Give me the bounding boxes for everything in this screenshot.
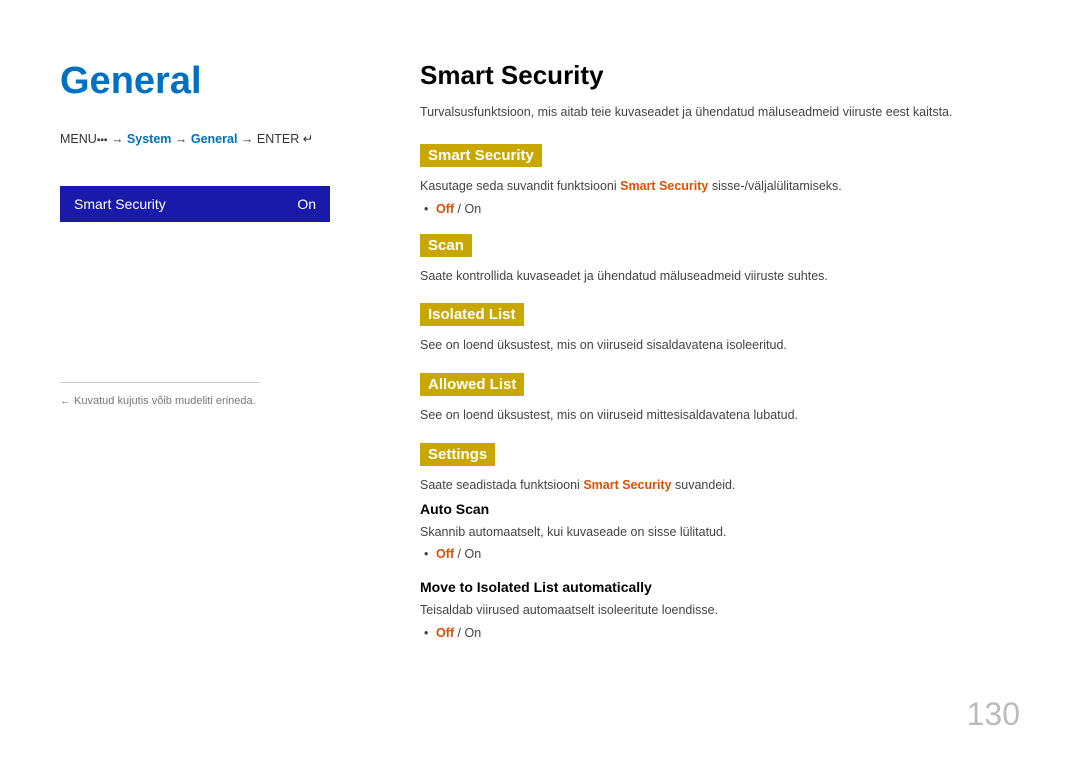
page-container: General MENU▪▪▪ → System → General → ENT… [0, 0, 1080, 763]
highlight-settings-smart-security: Smart Security [583, 478, 671, 492]
section-scan: Scan Saate kontrollida kuvaseadet ja ühe… [420, 234, 1020, 286]
menu-item-label: Smart Security [74, 196, 166, 212]
section-smart-security: Smart Security Kasutage seda suvandit fu… [420, 144, 1020, 216]
highlight-off: Off [436, 202, 454, 216]
desc-settings: Saate seadistada funktsiooni Smart Secur… [420, 476, 1020, 495]
page-title: General [60, 60, 360, 103]
sub-section-move-isolated: Move to Isolated List automatically Teis… [420, 579, 1020, 640]
sub-heading-auto-scan: Auto Scan [420, 501, 1020, 517]
right-panel: Smart Security Turvalsusfunktsioon, mis … [400, 60, 1020, 723]
highlight-smart-security: Smart Security [620, 179, 708, 193]
page-number: 130 [967, 696, 1020, 733]
bullet-list-auto-scan: Off / On [420, 547, 1020, 561]
heading-allowed-list: Allowed List [420, 373, 524, 396]
heading-scan: Scan [420, 234, 472, 257]
bullet-list-move-isolated: Off / On [420, 626, 1020, 640]
left-footnote: ← Kuvatud kujutis võib mudeliti erineda. [60, 395, 360, 407]
menu-arrow3: → [241, 132, 257, 146]
section-settings: Settings Saate seadistada funktsiooni Sm… [420, 443, 1020, 640]
menu-system: System [127, 132, 171, 146]
menu-path: MENU▪▪▪ → System → General → ENTER ↵ [60, 131, 360, 146]
section-isolated-list: Isolated List See on loend üksustest, mi… [420, 303, 1020, 355]
bullet-item-auto-scan: Off / On [436, 547, 1020, 561]
left-divider [60, 382, 260, 383]
sub-heading-move-isolated: Move to Isolated List automatically [420, 579, 1020, 595]
desc-auto-scan: Skannib automaatselt, kui kuvaseade on s… [420, 523, 1020, 542]
intro-text: Turvalsusfunktsioon, mis aitab teie kuva… [420, 103, 1020, 122]
main-title: Smart Security [420, 60, 1020, 91]
sub-section-auto-scan: Auto Scan Skannib automaatselt, kui kuva… [420, 501, 1020, 562]
desc-smart-security: Kasutage seda suvandit funktsiooni Smart… [420, 177, 1020, 196]
highlight-off-auto: Off [436, 547, 454, 561]
menu-item-value: On [297, 196, 316, 212]
menu-item-row[interactable]: Smart Security On [60, 186, 330, 222]
heading-isolated-list: Isolated List [420, 303, 524, 326]
heading-smart-security: Smart Security [420, 144, 542, 167]
menu-arrow2: → [175, 132, 191, 146]
desc-scan: Saate kontrollida kuvaseadet ja ühendatu… [420, 267, 1020, 286]
desc-isolated-list: See on loend üksustest, mis on viiruseid… [420, 336, 1020, 355]
highlight-off-move: Off [436, 626, 454, 640]
menu-enter: ENTER ↵ [257, 132, 313, 146]
menu-prefix: MENU [60, 132, 97, 146]
desc-move-isolated: Teisaldab viirused automaatselt isoleeri… [420, 601, 1020, 620]
desc-allowed-list: See on loend üksustest, mis on viiruseid… [420, 406, 1020, 425]
section-allowed-list: Allowed List See on loend üksustest, mis… [420, 373, 1020, 425]
bullet-item-move-isolated: Off / On [436, 626, 1020, 640]
left-panel: General MENU▪▪▪ → System → General → ENT… [60, 60, 400, 723]
menu-arrow1: → [111, 132, 127, 146]
bullet-list-smart-security: Off / On [420, 202, 1020, 216]
menu-general: General [191, 132, 238, 146]
heading-settings: Settings [420, 443, 495, 466]
bullet-item: Off / On [436, 202, 1020, 216]
